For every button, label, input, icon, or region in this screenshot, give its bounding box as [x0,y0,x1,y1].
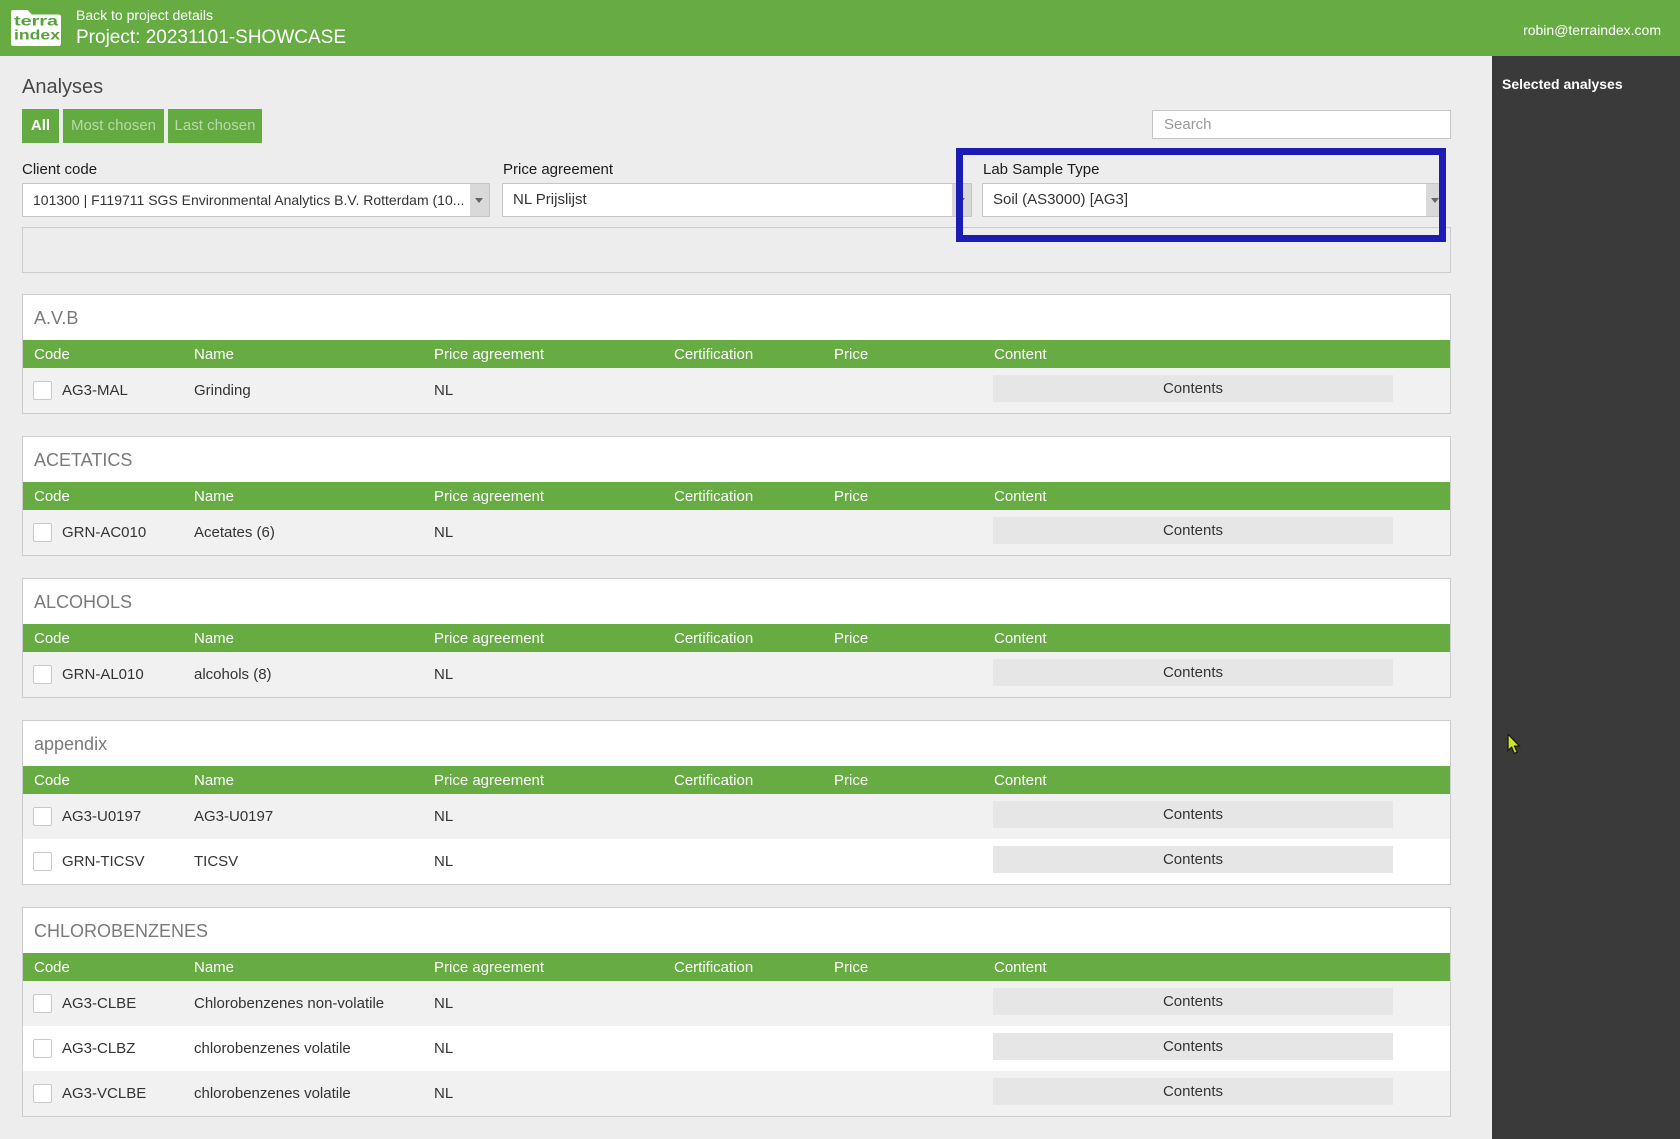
svg-text:index: index [14,27,60,43]
